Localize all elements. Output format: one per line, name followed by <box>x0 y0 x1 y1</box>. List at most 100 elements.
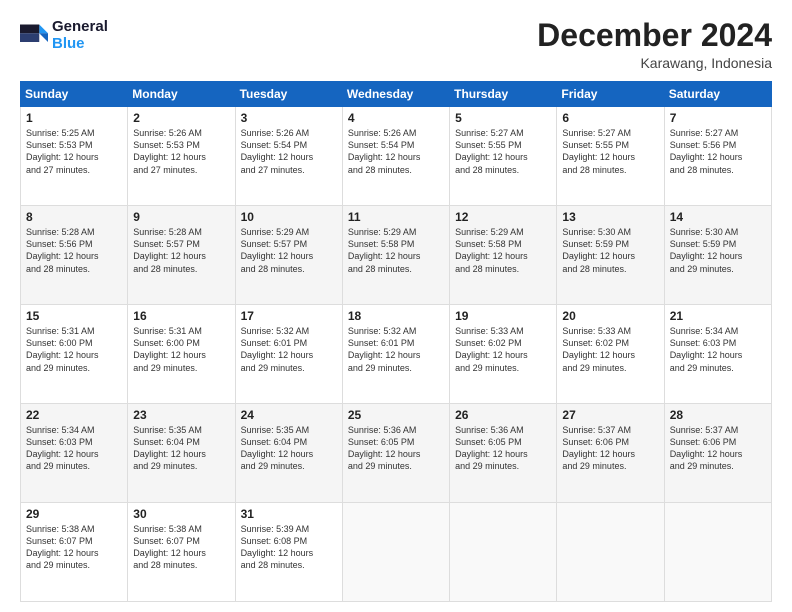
day-number: 20 <box>562 309 658 323</box>
calendar-cell: 29 Sunrise: 5:38 AMSunset: 6:07 PMDayligh… <box>21 503 128 602</box>
calendar-cell: 7 Sunrise: 5:27 AMSunset: 5:56 PMDaylight… <box>664 107 771 206</box>
calendar-cell: 12 Sunrise: 5:29 AMSunset: 5:58 PMDayligh… <box>450 206 557 305</box>
day-info: Sunrise: 5:27 AMSunset: 5:56 PMDaylight:… <box>670 127 766 176</box>
day-number: 22 <box>26 408 122 422</box>
calendar-cell: 18 Sunrise: 5:32 AMSunset: 6:01 PMDayligh… <box>342 305 449 404</box>
calendar-cell: 16 Sunrise: 5:31 AMSunset: 6:00 PMDayligh… <box>128 305 235 404</box>
day-number: 21 <box>670 309 766 323</box>
day-number: 19 <box>455 309 551 323</box>
title-block: December 2024 Karawang, Indonesia <box>537 18 772 71</box>
day-info: Sunrise: 5:28 AMSunset: 5:56 PMDaylight:… <box>26 226 122 275</box>
day-info: Sunrise: 5:27 AMSunset: 5:55 PMDaylight:… <box>562 127 658 176</box>
day-number: 26 <box>455 408 551 422</box>
day-info: Sunrise: 5:29 AMSunset: 5:58 PMDaylight:… <box>455 226 551 275</box>
day-number: 1 <box>26 111 122 125</box>
day-info: Sunrise: 5:32 AMSunset: 6:01 PMDaylight:… <box>241 325 337 374</box>
calendar-cell: 14 Sunrise: 5:30 AMSunset: 5:59 PMDayligh… <box>664 206 771 305</box>
page: General Blue December 2024 Karawang, Ind… <box>0 0 792 612</box>
day-info: Sunrise: 5:35 AMSunset: 6:04 PMDaylight:… <box>241 424 337 473</box>
day-info: Sunrise: 5:33 AMSunset: 6:02 PMDaylight:… <box>455 325 551 374</box>
day-info: Sunrise: 5:32 AMSunset: 6:01 PMDaylight:… <box>348 325 444 374</box>
calendar-row-4: 22 Sunrise: 5:34 AMSunset: 6:03 PMDayligh… <box>21 404 772 503</box>
month-title: December 2024 <box>537 18 772 53</box>
day-number: 16 <box>133 309 229 323</box>
day-info: Sunrise: 5:30 AMSunset: 5:59 PMDaylight:… <box>562 226 658 275</box>
day-info: Sunrise: 5:34 AMSunset: 6:03 PMDaylight:… <box>26 424 122 473</box>
day-number: 7 <box>670 111 766 125</box>
day-info: Sunrise: 5:38 AMSunset: 6:07 PMDaylight:… <box>133 523 229 572</box>
calendar-cell: 28 Sunrise: 5:37 AMSunset: 6:06 PMDayligh… <box>664 404 771 503</box>
day-number: 31 <box>241 507 337 521</box>
day-info: Sunrise: 5:36 AMSunset: 6:05 PMDaylight:… <box>348 424 444 473</box>
calendar-row-5: 29 Sunrise: 5:38 AMSunset: 6:07 PMDayligh… <box>21 503 772 602</box>
col-header-wednesday: Wednesday <box>342 82 449 107</box>
calendar-cell: 2Sunrise: 5:26 AMSunset: 5:53 PMDaylight… <box>128 107 235 206</box>
calendar-cell: 24 Sunrise: 5:35 AMSunset: 6:04 PMDayligh… <box>235 404 342 503</box>
calendar-cell: 27 Sunrise: 5:37 AMSunset: 6:06 PMDayligh… <box>557 404 664 503</box>
col-header-sunday: Sunday <box>21 82 128 107</box>
day-info: Sunrise: 5:33 AMSunset: 6:02 PMDaylight:… <box>562 325 658 374</box>
calendar-cell: 9Sunrise: 5:28 AMSunset: 5:57 PMDaylight… <box>128 206 235 305</box>
calendar-cell: 31 Sunrise: 5:39 AMSunset: 6:08 PMDayligh… <box>235 503 342 602</box>
calendar-header-row: SundayMondayTuesdayWednesdayThursdayFrid… <box>21 82 772 107</box>
calendar-cell: 10Sunrise: 5:29 AMSunset: 5:57 PMDayligh… <box>235 206 342 305</box>
header: General Blue December 2024 Karawang, Ind… <box>20 18 772 71</box>
col-header-friday: Friday <box>557 82 664 107</box>
day-number: 27 <box>562 408 658 422</box>
day-info: Sunrise: 5:31 AMSunset: 6:00 PMDaylight:… <box>26 325 122 374</box>
day-number: 17 <box>241 309 337 323</box>
day-number: 12 <box>455 210 551 224</box>
day-info: Sunrise: 5:26 AMSunset: 5:53 PMDaylight:… <box>133 127 229 176</box>
day-info: Sunrise: 5:37 AMSunset: 6:06 PMDaylight:… <box>670 424 766 473</box>
day-info: Sunrise: 5:29 AMSunset: 5:57 PMDaylight:… <box>241 226 337 275</box>
day-info: Sunrise: 5:31 AMSunset: 6:00 PMDaylight:… <box>133 325 229 374</box>
day-number: 9 <box>133 210 229 224</box>
calendar-cell: 6Sunrise: 5:27 AMSunset: 5:55 PMDaylight… <box>557 107 664 206</box>
day-info: Sunrise: 5:35 AMSunset: 6:04 PMDaylight:… <box>133 424 229 473</box>
calendar-cell: 21 Sunrise: 5:34 AMSunset: 6:03 PMDayligh… <box>664 305 771 404</box>
day-number: 4 <box>348 111 444 125</box>
day-info: Sunrise: 5:30 AMSunset: 5:59 PMDaylight:… <box>670 226 766 275</box>
calendar-cell <box>450 503 557 602</box>
calendar-cell <box>342 503 449 602</box>
calendar: SundayMondayTuesdayWednesdayThursdayFrid… <box>20 81 772 602</box>
col-header-tuesday: Tuesday <box>235 82 342 107</box>
day-number: 14 <box>670 210 766 224</box>
calendar-cell: 23 Sunrise: 5:35 AMSunset: 6:04 PMDayligh… <box>128 404 235 503</box>
day-number: 24 <box>241 408 337 422</box>
day-number: 3 <box>241 111 337 125</box>
col-header-saturday: Saturday <box>664 82 771 107</box>
day-info: Sunrise: 5:38 AMSunset: 6:07 PMDaylight:… <box>26 523 122 572</box>
day-number: 23 <box>133 408 229 422</box>
calendar-cell <box>664 503 771 602</box>
logo: General Blue <box>20 18 108 52</box>
location: Karawang, Indonesia <box>537 55 772 71</box>
day-info: Sunrise: 5:39 AMSunset: 6:08 PMDaylight:… <box>241 523 337 572</box>
calendar-cell: 1 Sunrise: 5:25 AMSunset: 5:53 PMDaylight… <box>21 107 128 206</box>
day-number: 13 <box>562 210 658 224</box>
calendar-cell: 20 Sunrise: 5:33 AMSunset: 6:02 PMDayligh… <box>557 305 664 404</box>
day-info: Sunrise: 5:27 AMSunset: 5:55 PMDaylight:… <box>455 127 551 176</box>
day-number: 25 <box>348 408 444 422</box>
calendar-cell <box>557 503 664 602</box>
day-info: Sunrise: 5:37 AMSunset: 6:06 PMDaylight:… <box>562 424 658 473</box>
day-number: 28 <box>670 408 766 422</box>
day-number: 11 <box>348 210 444 224</box>
calendar-cell: 11Sunrise: 5:29 AMSunset: 5:58 PMDayligh… <box>342 206 449 305</box>
calendar-cell: 26 Sunrise: 5:36 AMSunset: 6:05 PMDayligh… <box>450 404 557 503</box>
day-info: Sunrise: 5:26 AMSunset: 5:54 PMDaylight:… <box>241 127 337 176</box>
day-info: Sunrise: 5:36 AMSunset: 6:05 PMDaylight:… <box>455 424 551 473</box>
day-info: Sunrise: 5:26 AMSunset: 5:54 PMDaylight:… <box>348 127 444 176</box>
day-number: 18 <box>348 309 444 323</box>
day-number: 29 <box>26 507 122 521</box>
logo-icon <box>20 21 48 49</box>
calendar-cell: 17 Sunrise: 5:32 AMSunset: 6:01 PMDayligh… <box>235 305 342 404</box>
calendar-cell: 15Sunrise: 5:31 AMSunset: 6:00 PMDayligh… <box>21 305 128 404</box>
day-info: Sunrise: 5:25 AMSunset: 5:53 PMDaylight:… <box>26 127 122 176</box>
calendar-cell: 22 Sunrise: 5:34 AMSunset: 6:03 PMDayligh… <box>21 404 128 503</box>
day-number: 5 <box>455 111 551 125</box>
day-number: 8 <box>26 210 122 224</box>
day-number: 30 <box>133 507 229 521</box>
col-header-monday: Monday <box>128 82 235 107</box>
day-info: Sunrise: 5:34 AMSunset: 6:03 PMDaylight:… <box>670 325 766 374</box>
